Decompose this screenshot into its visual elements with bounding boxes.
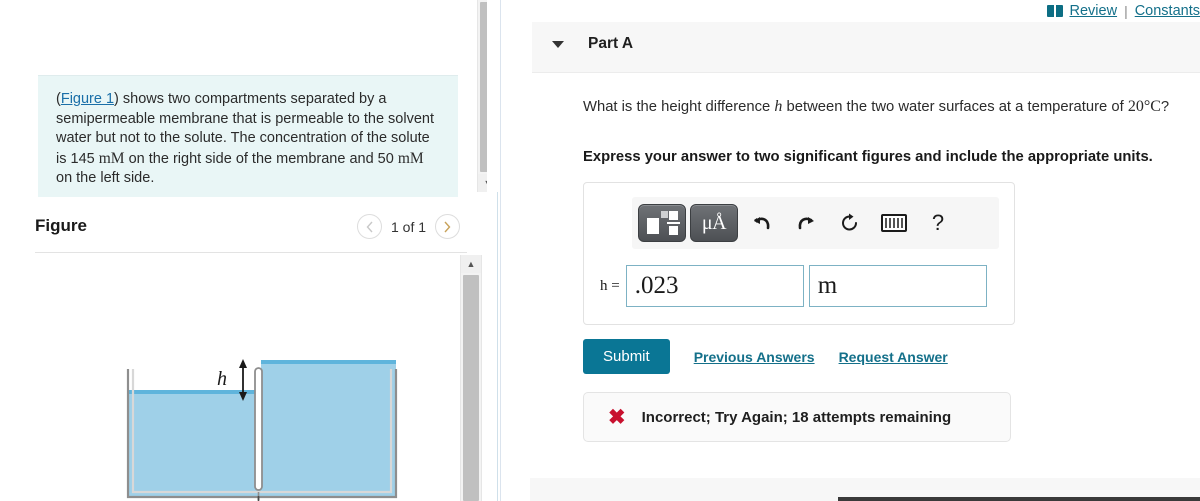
figure-scrollbar-thumb[interactable] [463, 275, 479, 501]
chevron-left-icon [366, 221, 373, 232]
question-text: What is the height difference h between … [583, 96, 1183, 118]
answer-entry-panel: μÅ ? h = .023 m [583, 182, 1015, 325]
math-template-icon [647, 211, 680, 235]
figure-divider [35, 252, 467, 253]
water-right [261, 360, 396, 497]
problem-text-part-3: on the left side. [56, 170, 155, 186]
figure-navigation: 1 of 1 [357, 214, 461, 239]
figure-header: Figure 1 of 1 [35, 214, 487, 246]
math-template-button[interactable] [638, 204, 686, 242]
top-links-bar: Review | Constants [1046, 2, 1200, 20]
left-panel: (Figure 1) shows two compartments separa… [0, 0, 487, 501]
feedback-message: Incorrect; Try Again; 18 attempts remain… [641, 408, 952, 426]
osmosis-container-diagram: h [126, 359, 398, 501]
action-row: Submit Previous Answers Request Answer [583, 339, 948, 374]
height-arrow-up [239, 359, 247, 368]
question-part-1: What is the height difference [583, 99, 775, 115]
problem-statement-text: (Figure 1) shows two compartments separa… [56, 90, 440, 189]
figure-scrollbar-up-button[interactable]: ▲ [461, 255, 481, 273]
reset-icon [842, 213, 857, 231]
part-a-label: Part A [588, 35, 634, 52]
problem-scrollbar-track[interactable]: ▼ [477, 0, 487, 192]
units-button[interactable]: μÅ [690, 204, 738, 242]
help-button[interactable]: ? [918, 205, 958, 241]
figure-section-title: Figure [35, 216, 87, 235]
height-label: h [217, 368, 227, 390]
figure-counter: 1 of 1 [391, 218, 427, 235]
question-part-3: ? [1160, 99, 1170, 115]
page-root: (Figure 1) shows two compartments separa… [0, 0, 1200, 501]
water-left [128, 390, 261, 497]
redo-button[interactable] [786, 205, 826, 241]
answer-units-input[interactable]: m [808, 265, 987, 307]
keyboard-icon [881, 214, 907, 232]
figure-prev-button[interactable] [357, 214, 382, 239]
question-temperature: 20°C [1127, 98, 1161, 115]
undo-icon [754, 217, 770, 230]
feedback-banner: ✖ Incorrect; Try Again; 18 attempts rema… [583, 392, 1011, 442]
semipermeable-membrane [254, 367, 263, 491]
answer-value-input[interactable]: .023 [625, 265, 804, 307]
redo-icon [798, 217, 814, 230]
answer-variable-label: h = [600, 277, 620, 294]
previous-answers-link[interactable]: Previous Answers [694, 349, 815, 365]
problem-scrollbar-down-button[interactable]: ▼ [478, 174, 487, 192]
figure-scrollbar-track[interactable]: ▲ [460, 255, 482, 501]
problem-text-part-2: on the right side of the membrane and 50 [124, 150, 398, 167]
math-toolbar: μÅ ? [632, 197, 999, 249]
review-link[interactable]: Review [1070, 3, 1118, 19]
constants-link[interactable]: Constants [1135, 3, 1200, 19]
links-separator: | [1124, 3, 1128, 19]
help-question-icon: ? [931, 210, 945, 235]
footer-dark-bar [838, 497, 1200, 501]
keyboard-button[interactable] [874, 205, 914, 241]
problem-scrollbar-thumb[interactable] [480, 2, 487, 172]
figure-diagram: h [35, 256, 467, 501]
answer-instruction: Express your answer to two significant f… [583, 149, 1153, 165]
x-mark-icon: ✖ [608, 405, 626, 429]
concentration-unit-left: mM [397, 149, 424, 167]
caret-down-icon[interactable] [552, 41, 564, 48]
request-answer-link[interactable]: Request Answer [839, 349, 948, 365]
part-a-header[interactable]: Part A [532, 22, 1200, 73]
figure-next-button[interactable] [435, 214, 461, 239]
undo-button[interactable] [742, 205, 782, 241]
book-icon [1046, 4, 1063, 18]
figure-1-link[interactable]: Figure 1 [61, 91, 114, 107]
water-surface-right [261, 360, 396, 364]
reset-button[interactable] [830, 205, 870, 241]
submit-button[interactable]: Submit [583, 339, 670, 374]
chevron-right-icon [444, 221, 451, 232]
question-part-2: between the two water surfaces at a temp… [782, 99, 1128, 115]
concentration-unit-right: mM [98, 149, 125, 167]
units-icon: μÅ [701, 211, 727, 234]
problem-statement-box: (Figure 1) shows two compartments separa… [38, 75, 458, 197]
panel-divider-lower [497, 192, 498, 501]
answer-row: h = .023 m [600, 265, 987, 307]
